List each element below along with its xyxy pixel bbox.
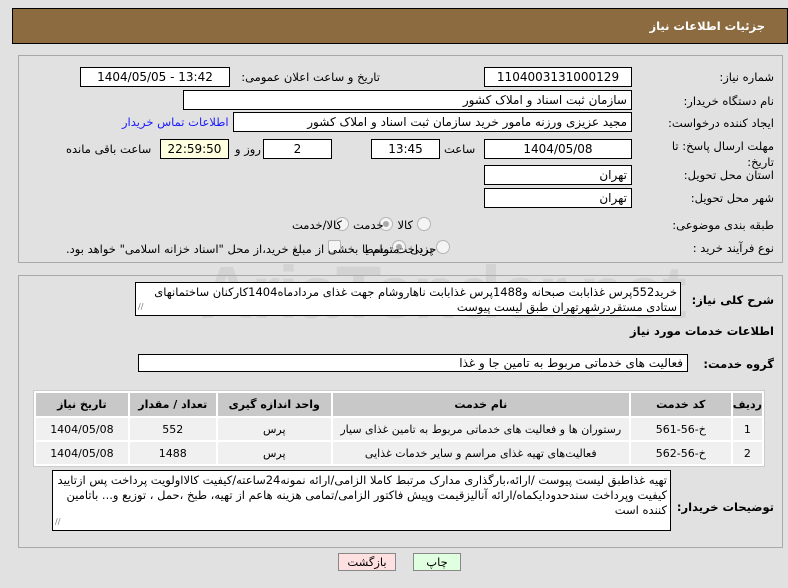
- city-field: تهران: [484, 188, 632, 208]
- table-row: 1 خ-56-561 رستوران ها و فعالیت های خدمات…: [36, 418, 762, 440]
- quantity: 1488: [129, 442, 216, 464]
- table-row: 2 خ-56-562 فعالیت‌های تهیه غذای مراسم و …: [36, 442, 762, 464]
- days-label: روز و: [235, 142, 261, 156]
- resize-grip-icon[interactable]: ∕∕: [138, 299, 143, 314]
- province-label: استان محل تحویل:: [683, 168, 774, 182]
- services-table: ردیف کد خدمت نام خدمت واحد اندازه گیری ت…: [33, 390, 765, 467]
- category-option-service: خدمت: [353, 218, 384, 232]
- service-code: خ-56-562: [630, 442, 731, 464]
- deadline-time-field: 13:45: [371, 139, 440, 159]
- quantity: 552: [129, 418, 216, 440]
- announce-label: تاریخ و ساعت اعلان عمومی:: [241, 70, 380, 84]
- need-date: 1404/05/08: [36, 418, 128, 440]
- service-name: رستوران ها و فعالیت های خدماتی مربوط به …: [332, 418, 629, 440]
- resize-grip-icon[interactable]: ∕∕: [55, 514, 60, 529]
- unit: پرس: [217, 418, 331, 440]
- category-radio-goods[interactable]: [417, 217, 431, 231]
- buyer-org-field: سازمان ثبت اسناد و املاک کشور: [183, 90, 632, 110]
- summary-textarea[interactable]: خرید552پرس غذابابت صبحانه و1488پرس غذابا…: [135, 282, 681, 316]
- page-title: جزئیات اطلاعات نیاز: [649, 19, 765, 33]
- treasury-payment-note: پرداخت تمام یا بخشی از مبلغ خرید،از محل …: [66, 242, 433, 256]
- col-need-date: تاریخ نیاز: [36, 393, 128, 416]
- service-name: فعالیت‌های تهیه غذای مراسم و سایر خدمات …: [332, 442, 629, 464]
- summary-text: خرید552پرس غذابابت صبحانه و1488پرس غذابا…: [154, 285, 677, 314]
- col-service-name: نام خدمت: [332, 393, 629, 416]
- need-number-label: شماره نیاز:: [719, 70, 774, 84]
- back-button[interactable]: بازگشت: [338, 553, 396, 571]
- service-code: خ-56-561: [630, 418, 731, 440]
- buyer-org-label: نام دستگاه خریدار:: [683, 94, 774, 108]
- col-unit: واحد اندازه گیری: [217, 393, 331, 416]
- buyer-notes-textarea[interactable]: تهیه غذاطبق لیست پیوست /ارائه،بارگذاری م…: [52, 470, 671, 531]
- deadline-label: مهلت ارسال پاسخ: تا تاریخ:: [671, 139, 774, 169]
- buyer-notes-text: تهیه غذاطبق لیست پیوست /ارائه،بارگذاری م…: [57, 473, 667, 517]
- remaining-time-field: 22:59:50: [160, 139, 229, 159]
- process-radio-minor[interactable]: [436, 240, 450, 254]
- row-number: 2: [732, 442, 762, 464]
- col-row: ردیف: [732, 393, 762, 416]
- announce-field: 1404/05/05 - 13:42: [80, 67, 230, 87]
- col-service-code: کد خدمت: [630, 393, 731, 416]
- services-section-title: اطلاعات خدمات مورد نیاز: [630, 324, 774, 338]
- summary-label: شرح کلی نیاز:: [691, 293, 774, 307]
- province-field: تهران: [484, 165, 632, 185]
- need-date: 1404/05/08: [36, 442, 128, 464]
- category-option-goods: کالا: [397, 218, 413, 232]
- print-button[interactable]: چاپ: [413, 553, 461, 571]
- creator-field: مجید عزیزی ورزنه مامور خرید سازمان ثبت ا…: [233, 112, 632, 132]
- city-label: شهر محل تحویل:: [690, 191, 774, 205]
- deadline-date-field: 1404/05/08: [484, 139, 632, 159]
- days-field: 2: [263, 139, 332, 159]
- time-label: ساعت: [444, 142, 476, 156]
- row-number: 1: [732, 418, 762, 440]
- col-quantity: تعداد / مقدار: [129, 393, 216, 416]
- buyer-contact-link[interactable]: اطلاعات تماس خریدار: [122, 115, 229, 129]
- category-option-goods-service: کالا/خدمت: [292, 218, 343, 232]
- unit: پرس: [217, 442, 331, 464]
- creator-label: ایجاد کننده درخواست:: [668, 116, 774, 130]
- process-label: نوع فرآیند خرید :: [692, 241, 774, 255]
- service-group-label: گروه خدمت:: [703, 357, 774, 371]
- page-header: جزئیات اطلاعات نیاز: [12, 8, 788, 44]
- category-label: طبقه بندی موضوعی:: [672, 218, 774, 232]
- service-group-field: فعالیت های خدماتی مربوط به تامین جا و غذ…: [138, 354, 688, 372]
- buyer-notes-label: توضیحات خریدار:: [676, 500, 774, 514]
- remaining-label: ساعت باقی مانده: [66, 142, 152, 156]
- need-number-field: 1104003131000129: [484, 67, 632, 87]
- table-header-row: ردیف کد خدمت نام خدمت واحد اندازه گیری ت…: [36, 393, 762, 416]
